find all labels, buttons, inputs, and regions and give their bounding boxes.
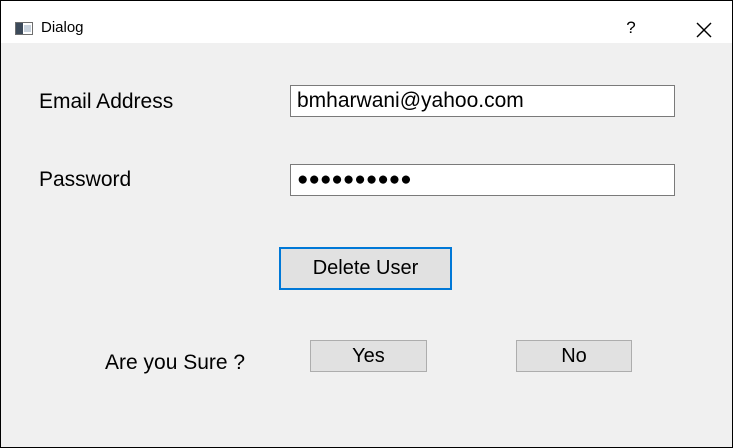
- close-icon: [696, 22, 712, 38]
- yes-button[interactable]: Yes: [310, 340, 427, 372]
- password-label: Password: [39, 168, 132, 191]
- email-label: Email Address: [39, 90, 174, 113]
- confirm-prompt: Are you Sure ?: [105, 351, 246, 374]
- delete-user-button[interactable]: Delete User: [279, 247, 452, 290]
- window-app-icon: [15, 22, 33, 35]
- window-title: Dialog: [41, 19, 84, 36]
- no-button[interactable]: No: [516, 340, 632, 372]
- close-button[interactable]: [691, 17, 717, 43]
- help-button[interactable]: ?: [619, 16, 643, 40]
- dialog-window: Dialog ? Email Address bmharwani@yahoo.c…: [0, 0, 733, 448]
- password-field[interactable]: ●●●●●●●●●●: [290, 164, 675, 196]
- title-bar[interactable]: Dialog ?: [1, 1, 732, 43]
- email-field[interactable]: bmharwani@yahoo.com: [290, 85, 675, 117]
